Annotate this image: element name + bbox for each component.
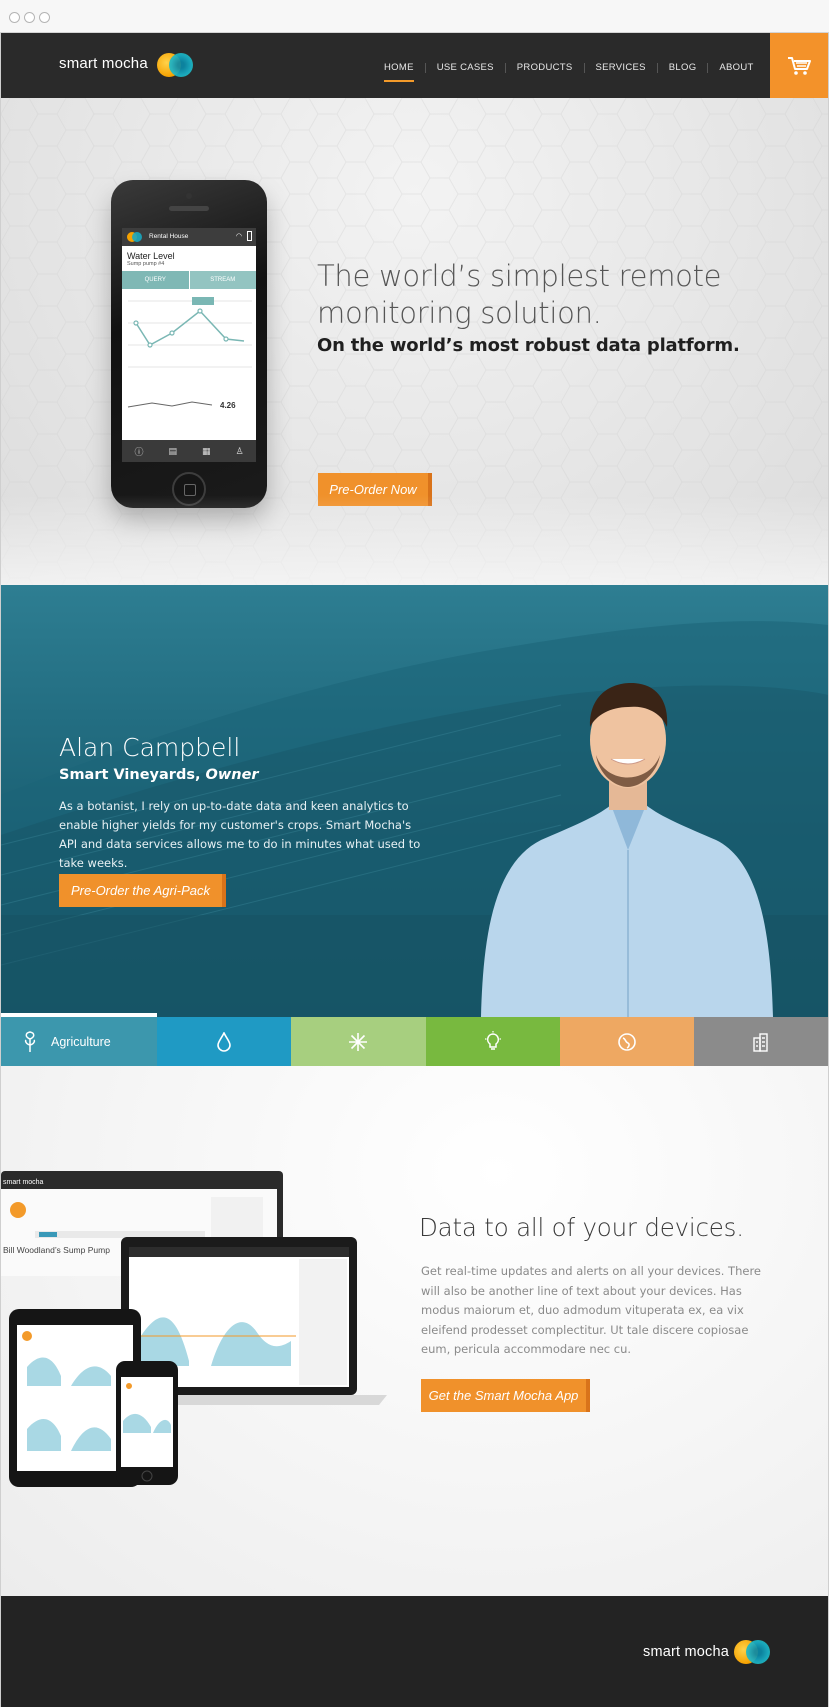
phone-mockup: Rental House ◠ Water Level Sump pump #4 … — [111, 180, 267, 508]
footer: smart mocha — [1, 1596, 828, 1707]
nav-link-services[interactable]: SERVICES — [583, 63, 657, 73]
testimonial-name: Alan Campbell — [59, 733, 241, 762]
customer-photo — [481, 683, 773, 1017]
footer-brand-text[interactable]: smart mocha — [643, 1644, 729, 1660]
phone-app-header: Rental House ◠ — [122, 228, 256, 246]
testimonial-role: Owner — [205, 767, 259, 783]
brand-logo-text[interactable]: smart mocha — [59, 55, 148, 72]
testimonial-quote: As a botanist, I rely on up-to-date data… — [59, 799, 421, 870]
globe-icon — [617, 1032, 636, 1051]
phone-metric-title: Water Level — [127, 251, 175, 261]
footer-logo-icon[interactable] — [734, 1640, 770, 1664]
app-logo-icon — [127, 232, 143, 242]
category-buildings[interactable] — [693, 1017, 828, 1066]
top-nav: smart mocha HOME USE CASES PRODUCTS SERV… — [1, 33, 828, 98]
mockup-screen-title: Bill Woodland’s Sump Pump — [3, 1245, 110, 1255]
battery-icon — [247, 231, 252, 241]
nav-links: HOME USE CASES PRODUCTS SERVICES BLOG AB… — [373, 61, 765, 82]
cart-button[interactable] — [770, 33, 828, 98]
pre-order-button[interactable]: Pre-Order Now — [318, 473, 432, 506]
devices-body: Get real-time updates and alerts on all … — [421, 1264, 761, 1356]
phone-tabs: QUERY STREAM — [122, 271, 256, 289]
nav-link-about[interactable]: ABOUT — [707, 63, 764, 73]
testimonial-company-name: Smart Vineyards, — [59, 767, 201, 783]
shopping-cart-icon — [788, 56, 811, 75]
hero-headline: The world’s simplest remote monitoring s… — [317, 259, 722, 330]
testimonial-company: Smart Vineyards, Owner — [59, 767, 259, 783]
get-app-button[interactable]: Get the Smart Mocha App — [421, 1379, 590, 1412]
category-agriculture-label: Agriculture — [51, 1034, 111, 1049]
category-cold[interactable] — [291, 1017, 426, 1066]
building-icon — [753, 1032, 768, 1052]
window-maximize-icon[interactable] — [39, 12, 50, 23]
phone-screen: Rental House ◠ Water Level Sump pump #4 … — [122, 228, 256, 462]
phone-header-label: Rental House — [149, 233, 189, 240]
browser-chrome — [0, 0, 829, 33]
nav-link-products[interactable]: PRODUCTS — [504, 63, 584, 73]
calendar-icon[interactable]: ▦ — [202, 446, 211, 457]
category-agriculture[interactable]: Agriculture — [1, 1013, 158, 1066]
phone-line-chart: 4.26 — [127, 297, 252, 410]
hero-section: Rental House ◠ Water Level Sump pump #4 … — [1, 98, 828, 585]
snowflake-icon — [349, 1032, 368, 1051]
light-bulb-icon — [484, 1030, 501, 1050]
phone-tab-query[interactable]: QUERY — [122, 271, 189, 289]
window-minimize-icon[interactable] — [24, 12, 35, 23]
phone-home-button — [172, 472, 206, 506]
nav-link-blog[interactable]: BLOG — [656, 63, 708, 73]
devices-mockup: smart mocha Bill Woodland’s Sump Pump — [1, 1171, 387, 1487]
user-icon[interactable]: ♙ — [235, 446, 243, 457]
testimonial-section: Alan Campbell Smart Vineyards, Owner As … — [1, 585, 828, 1017]
category-water[interactable] — [157, 1017, 292, 1066]
phone-reading: 4.26 — [220, 401, 236, 410]
nav-link-home[interactable]: HOME — [373, 63, 425, 82]
mockup-brand: smart mocha — [3, 1179, 44, 1186]
devices-headline: Data to all of your devices. — [419, 1213, 744, 1242]
phone-bottom-bar: ⓘ ▤ ▦ ♙ — [122, 440, 256, 462]
devices-section: smart mocha Bill Woodland’s Sump Pump Da… — [1, 1066, 828, 1596]
phone-metric-sub: Sump pump #4 — [127, 261, 165, 267]
category-strip: Agriculture — [1, 1013, 828, 1066]
category-environment[interactable] — [559, 1017, 694, 1066]
nav-link-use-cases[interactable]: USE CASES — [424, 63, 505, 73]
water-drop-icon — [217, 1031, 232, 1052]
brand-logo-icon[interactable] — [157, 53, 193, 77]
category-energy[interactable] — [425, 1017, 560, 1066]
page-frame: smart mocha HOME USE CASES PRODUCTS SERV… — [0, 33, 829, 1707]
document-icon[interactable]: ▤ — [168, 446, 177, 457]
pre-order-agri-pack-button[interactable]: Pre-Order the Agri-Pack — [59, 874, 226, 907]
info-icon[interactable]: ⓘ — [134, 445, 143, 458]
window-close-icon[interactable] — [9, 12, 20, 23]
hero-subheadline: On the world’s most robust data platform… — [317, 335, 740, 356]
wifi-icon: ◠ — [235, 233, 242, 240]
phone-tab-stream[interactable]: STREAM — [188, 271, 256, 289]
plant-icon — [24, 1030, 36, 1052]
